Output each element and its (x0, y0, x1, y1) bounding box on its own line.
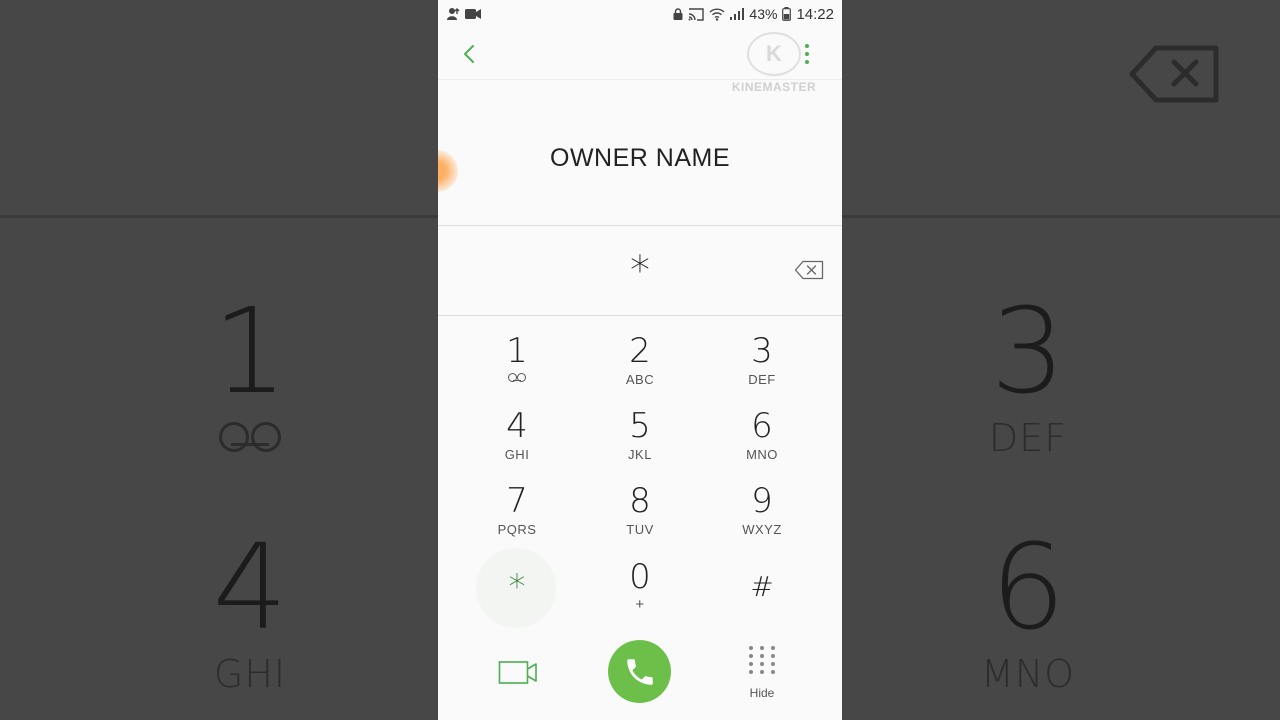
background-divider (0, 215, 438, 218)
phone-icon (626, 658, 653, 685)
number-input-area[interactable]: * (438, 226, 842, 316)
status-right: 43% 14:22 (673, 6, 834, 23)
key-digit: 4 (506, 406, 528, 446)
key-digit: 9 (751, 481, 773, 521)
keypad-icon (749, 646, 775, 674)
key-2[interactable]: 2 ABC (580, 332, 700, 404)
key-letters: PQRS (497, 522, 537, 537)
key-0[interactable]: 0 + (580, 558, 700, 630)
key-letters: MNO (746, 447, 778, 462)
clock: 14:22 (796, 5, 834, 23)
key-5[interactable]: 5 JKL (580, 407, 700, 479)
background-digit: 3 (990, 282, 1066, 420)
background-key-4: 4 GHI (190, 528, 310, 696)
key-3[interactable]: 3 DEF (702, 332, 822, 404)
background-divider (842, 215, 1280, 218)
voicemail-icon (506, 372, 528, 384)
key-digit: 0 (629, 557, 651, 597)
bottom-action-bar: Hide (438, 636, 842, 712)
signal-icon (730, 8, 745, 20)
status-bar: 43% 14:22 (438, 0, 842, 28)
backspace-icon (1129, 45, 1219, 103)
key-digit: 8 (629, 481, 651, 521)
background-letters: MNO (980, 652, 1076, 696)
key-6[interactable]: 6 MNO (702, 407, 822, 479)
entered-number: * (630, 248, 650, 294)
voicemail-icon (215, 418, 285, 452)
key-9[interactable]: 9 WXYZ (702, 482, 822, 554)
key-star[interactable]: * (457, 568, 577, 640)
kinemaster-logo-letter: K (766, 41, 782, 66)
background-key-1: 1 (190, 292, 310, 454)
more-options-button[interactable] (804, 44, 810, 64)
key-7[interactable]: 7 PQRS (457, 482, 577, 554)
video-call-button[interactable] (498, 658, 538, 688)
status-left (446, 7, 481, 21)
key-hash[interactable]: # (702, 568, 822, 640)
key-digit: 1 (506, 331, 528, 371)
background-digit: 4 (212, 518, 288, 656)
key-letters: ABC (625, 372, 655, 387)
wifi-icon (709, 7, 725, 21)
key-digit: 3 (751, 331, 773, 371)
key-digit: 6 (751, 406, 773, 446)
blurred-background-left: 1 4 GHI (0, 0, 438, 720)
key-digit: 5 (629, 406, 651, 446)
key-4[interactable]: 4 GHI (457, 407, 577, 479)
background-letters: GHI (213, 652, 287, 696)
lock-icon (673, 8, 683, 20)
hide-label: Hide (749, 686, 775, 700)
key-digit: # (750, 570, 774, 603)
back-button[interactable] (458, 41, 482, 67)
call-button[interactable] (608, 640, 671, 703)
video-notification-icon (465, 9, 481, 19)
contact-name: OWNER NAME (550, 144, 730, 172)
key-digit: 2 (629, 331, 651, 371)
kinemaster-logo: K (747, 32, 801, 76)
contact-notification-icon (447, 8, 460, 20)
key-letters: JKL (628, 447, 652, 462)
cast-icon (688, 7, 705, 21)
key-letters: + (635, 596, 645, 613)
key-letters: GHI (504, 447, 530, 462)
key-1[interactable]: 1 (457, 332, 577, 404)
backspace-button[interactable] (794, 260, 824, 280)
background-letters: DEF (988, 416, 1068, 460)
battery-percent: 43% (749, 6, 778, 22)
key-letters: DEF (748, 372, 776, 387)
blurred-background-right: 3 DEF 6 MNO (842, 0, 1280, 720)
background-digit: 6 (990, 518, 1066, 656)
key-digit: 7 (506, 481, 528, 521)
phone-screen: 43% 14:22 K KINEMASTER OWNER NAME * 1 2 … (438, 0, 842, 720)
key-letters: WXYZ (742, 522, 782, 537)
battery-icon (782, 7, 792, 21)
background-key-6: 6 MNO (968, 528, 1088, 696)
background-key-3: 3 DEF (968, 292, 1088, 460)
background-digit: 1 (212, 282, 288, 420)
key-digit: * (508, 567, 526, 607)
key-8[interactable]: 8 TUV (580, 482, 700, 554)
app-bar: K KINEMASTER (438, 28, 842, 94)
contact-area: OWNER NAME (438, 80, 842, 226)
hide-keypad-button[interactable]: Hide (738, 646, 786, 706)
key-letters: TUV (626, 522, 654, 537)
